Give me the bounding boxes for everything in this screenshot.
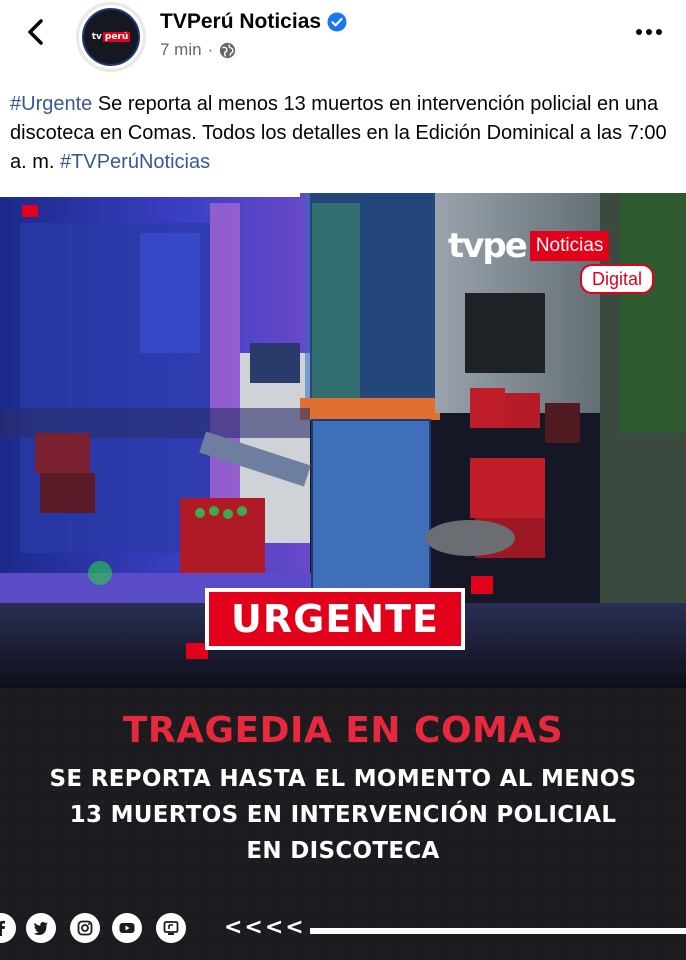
instagram-icon [70, 913, 100, 943]
chevrons-left-icon: <<<< [224, 915, 306, 940]
page-avatar[interactable]: tv perú [76, 2, 146, 72]
urgente-label: URGENTE [231, 597, 439, 641]
headline-subline-3: EN DISCOTECA [246, 838, 440, 864]
hashtag-urgente[interactable]: #Urgente [10, 93, 92, 115]
twitter-icon [26, 913, 56, 943]
post-image[interactable]: tvpe Noticias Digital URGENTE TRAGEDIA E… [0, 193, 686, 960]
tvperu-logo: tv perú [92, 32, 131, 42]
post-meta: 7 min · [160, 40, 236, 60]
headline-subline-1: SE REPORTA HASTA EL MOMENTO AL MENOS [49, 766, 637, 792]
headline-subline-2: 13 MUERTOS EN INTERVENCIÓN POLICIAL [69, 802, 617, 828]
hashtag-tvperunoticias[interactable]: #TVPerúNoticias [60, 151, 210, 173]
back-arrow-icon[interactable] [20, 16, 52, 48]
avatar-logo-left: tv [91, 32, 102, 42]
urgente-banner: URGENTE [205, 588, 465, 650]
post-timestamp[interactable]: 7 min [160, 40, 202, 60]
meta-separator: · [207, 40, 214, 59]
avatar-logo-circle: tv perú [82, 8, 140, 66]
tvpe-noticias-badge: tvpe Noticias [448, 226, 610, 266]
digital-pill: Digital [580, 264, 655, 294]
globe-icon [220, 42, 236, 58]
headline-title: TRAGEDIA EN COMAS [122, 710, 564, 751]
headline-panel: TRAGEDIA EN COMAS SE REPORTA HASTA EL MO… [0, 688, 686, 960]
page-name-row: TVPerú Noticias [160, 10, 347, 34]
noticias-pill: Noticias [529, 231, 610, 261]
tv-icon [156, 913, 186, 943]
progress-line [310, 928, 686, 934]
youtube-icon [112, 913, 142, 943]
page-name[interactable]: TVPerú Noticias [160, 10, 321, 34]
discotheque-photo: tvpe Noticias Digital URGENTE [0, 193, 686, 688]
avatar-logo-right: perú [102, 32, 131, 42]
post-header: tv perú TVPerú Noticias 7 min · [0, 0, 686, 80]
urgente-accent-right [471, 576, 493, 594]
verified-badge-icon [327, 12, 347, 32]
social-icons-row: <<<< [0, 913, 686, 949]
post-caption: #Urgente Se reporta al menos 13 muertos … [10, 90, 678, 177]
more-options-icon[interactable] [634, 26, 664, 38]
tvpe-logo: tvpe [448, 226, 528, 266]
facebook-icon [0, 913, 16, 943]
